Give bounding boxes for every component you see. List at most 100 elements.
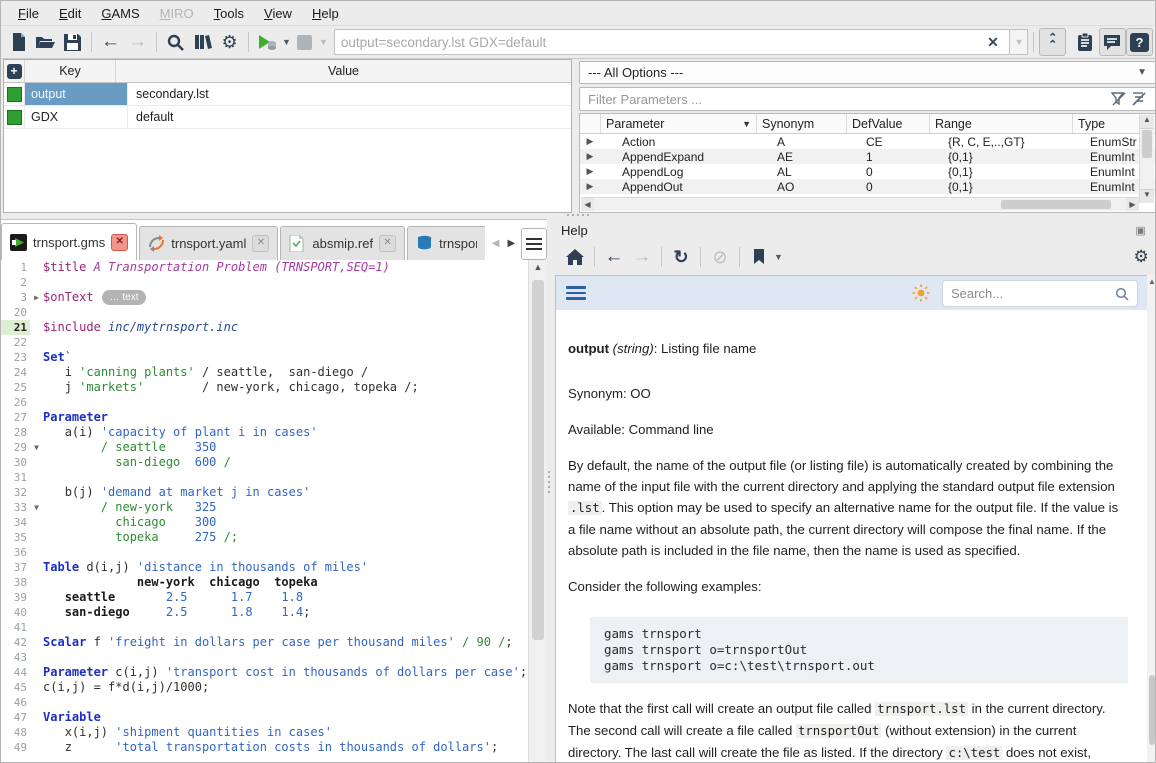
menu-miro[interactable]: MIRO (151, 3, 203, 24)
kv-key-cell[interactable]: output (25, 83, 128, 105)
scroll-thumb[interactable] (532, 280, 544, 640)
options-group-dropdown[interactable]: --- All Options --- ▼ (579, 61, 1156, 84)
fold-open-icon[interactable]: ▼ (30, 500, 43, 515)
param-name-cell[interactable]: AppendExpand (600, 150, 772, 164)
clear-parameter-icon[interactable]: ✕ (983, 34, 1003, 51)
code-line[interactable]: 2 (1, 275, 529, 290)
help-back-icon[interactable]: ← (601, 244, 627, 270)
menu-file[interactable]: File (9, 3, 48, 24)
code-line[interactable]: 44Parameter c(i,j) 'transport cost in th… (1, 665, 529, 680)
parameter-row[interactable]: ▶AppendExpandAE1{0,1}EnumIntE (580, 149, 1155, 164)
bookmark-caret-icon[interactable]: ▼ (774, 252, 783, 262)
kv-value-cell[interactable]: default (128, 106, 571, 128)
code-line[interactable]: 28 a(i) 'capacity of plant i in cases' (1, 425, 529, 440)
menu-edit[interactable]: Edit (50, 3, 90, 24)
theme-sun-icon[interactable] (912, 284, 930, 302)
menu-gams[interactable]: GAMS (92, 3, 148, 24)
col-synonym[interactable]: Synonym (757, 114, 847, 133)
code-line[interactable]: 32 b(j) 'demand at market j in cases' (1, 485, 529, 500)
vertical-splitter[interactable] (547, 471, 551, 501)
forward-icon[interactable]: → (125, 29, 150, 55)
tab-trnsport.gms[interactable]: trnsport.gms✕ (1, 223, 137, 260)
param-defvalue-cell[interactable]: CE (861, 135, 943, 149)
code-line[interactable]: 29▼ / seattle 350 (1, 440, 529, 455)
code-line[interactable]: 26 (1, 395, 529, 410)
code-line[interactable]: 21$include inc/mytrnsport.inc (1, 320, 529, 335)
param-range-cell[interactable]: {0,1} (943, 150, 1085, 164)
kv-value-header[interactable]: Value (116, 60, 571, 82)
code-line[interactable]: 20 (1, 305, 529, 320)
code-line[interactable]: 34 chicago 300 (1, 515, 529, 530)
expand-row-icon[interactable]: ▶ (580, 166, 600, 177)
tab-trnsport.yaml[interactable]: trnsport.yaml✕ (139, 226, 278, 260)
bookmark-icon[interactable] (746, 244, 772, 270)
float-panel-icon[interactable]: ▣ (1135, 224, 1145, 237)
scroll-down-icon[interactable]: ▼ (1140, 189, 1154, 203)
code-line[interactable]: 48 x(i,j) 'shipment quantities in cases' (1, 725, 529, 740)
param-synonym-cell[interactable]: A (772, 135, 861, 149)
col-range[interactable]: Range (930, 114, 1073, 133)
code-line[interactable]: 42Scalar f 'freight in dollars per case … (1, 635, 529, 650)
param-name-cell[interactable]: Action (600, 135, 772, 149)
expand-row-icon[interactable]: ▶ (580, 136, 600, 147)
menu-tools[interactable]: Tools (205, 3, 253, 24)
process-log-icon[interactable] (1073, 29, 1098, 55)
code-line[interactable]: 33▼ / new-york 325 (1, 500, 529, 515)
scroll-right-icon[interactable]: ▶ (1126, 198, 1139, 211)
parameters-horizontal-scrollbar[interactable]: ◀ ▶ (581, 197, 1139, 211)
home-icon[interactable] (562, 244, 588, 270)
code-line[interactable]: 39 seattle 2.5 1.7 1.8 (1, 590, 529, 605)
open-folder-icon[interactable] (33, 29, 58, 55)
code-line[interactable]: 38 new-york chicago topeka (1, 575, 529, 590)
stop-loading-icon[interactable]: ⊘ (707, 244, 733, 270)
horizontal-splitter[interactable] (567, 213, 597, 217)
parameter-row[interactable]: ▶ActionACE{R, C, E,..,GT}EnumStrG (580, 134, 1155, 149)
param-synonym-cell[interactable]: AO (772, 180, 861, 194)
kv-row[interactable]: outputsecondary.lst (4, 83, 571, 106)
close-tab-icon[interactable]: ✕ (252, 235, 269, 252)
expand-row-icon[interactable]: ▶ (580, 181, 600, 192)
param-range-cell[interactable]: {0,1} (943, 180, 1085, 194)
kv-row[interactable]: GDXdefault (4, 106, 571, 129)
fold-open-icon[interactable]: ▼ (30, 440, 43, 455)
param-defvalue-cell[interactable]: 1 (861, 150, 943, 164)
scroll-up-icon[interactable]: ▲ (1140, 115, 1154, 129)
save-icon[interactable] (60, 29, 85, 55)
param-synonym-cell[interactable]: AL (772, 165, 861, 179)
code-line[interactable]: 35 topeka 275 /; (1, 530, 529, 545)
new-file-icon[interactable] (6, 29, 31, 55)
reload-icon[interactable]: ↻ (668, 244, 694, 270)
folded-text-badge[interactable]: … text (102, 290, 147, 305)
scroll-up-icon[interactable]: ▲ (529, 262, 547, 272)
code-line[interactable]: 25 j 'markets' / new-york, chicago, tope… (1, 380, 529, 395)
fold-collapsed-icon[interactable]: ▶ (30, 290, 43, 305)
code-line[interactable]: 36 (1, 545, 529, 560)
param-name-cell[interactable]: AppendLog (600, 165, 772, 179)
model-library-icon[interactable] (190, 29, 215, 55)
code-line[interactable]: 43 (1, 650, 529, 665)
expand-row-icon[interactable]: ▶ (580, 151, 600, 162)
kv-value-cell[interactable]: secondary.lst (128, 83, 571, 105)
search-icon[interactable] (163, 29, 188, 55)
help-scrollbar[interactable]: ▲ (1147, 275, 1156, 763)
code-line[interactable]: 30 san-diego 600 / (1, 455, 529, 470)
code-line[interactable]: 22 (1, 335, 529, 350)
help-forward-icon[interactable]: → (629, 244, 655, 270)
gams-parameter-input[interactable]: output=secondary.lst GDX=default ✕ (334, 29, 1010, 55)
help-button[interactable]: ? (1126, 28, 1153, 56)
code-line[interactable]: 41 (1, 620, 529, 635)
parameter-row[interactable]: ▶AppendLogAL0{0,1}EnumIntL (580, 164, 1155, 179)
collapse-parameter-editor-button[interactable]: ⌃⌃ (1039, 28, 1066, 56)
code-editor[interactable]: 1$title A Transportation Problem (TRNSPO… (1, 260, 529, 763)
param-defvalue-cell[interactable]: 0 (861, 165, 943, 179)
code-line[interactable]: 49 z 'total transportation costs in thou… (1, 740, 529, 755)
stop-icon[interactable] (292, 29, 317, 55)
add-parameter-icon[interactable]: + (7, 64, 22, 79)
doc-search-icon[interactable] (1115, 285, 1129, 301)
parameter-history-caret-icon[interactable]: ▼ (1010, 29, 1028, 55)
close-tab-icon[interactable]: ✕ (379, 235, 396, 252)
close-tab-icon[interactable]: ✕ (111, 234, 128, 251)
parameters-vertical-scrollbar[interactable]: ▲ ▼ (1139, 115, 1154, 203)
scroll-up-icon[interactable]: ▲ (1147, 277, 1156, 286)
code-line[interactable]: 45c(i,j) = f*d(i,j)/1000; (1, 680, 529, 695)
